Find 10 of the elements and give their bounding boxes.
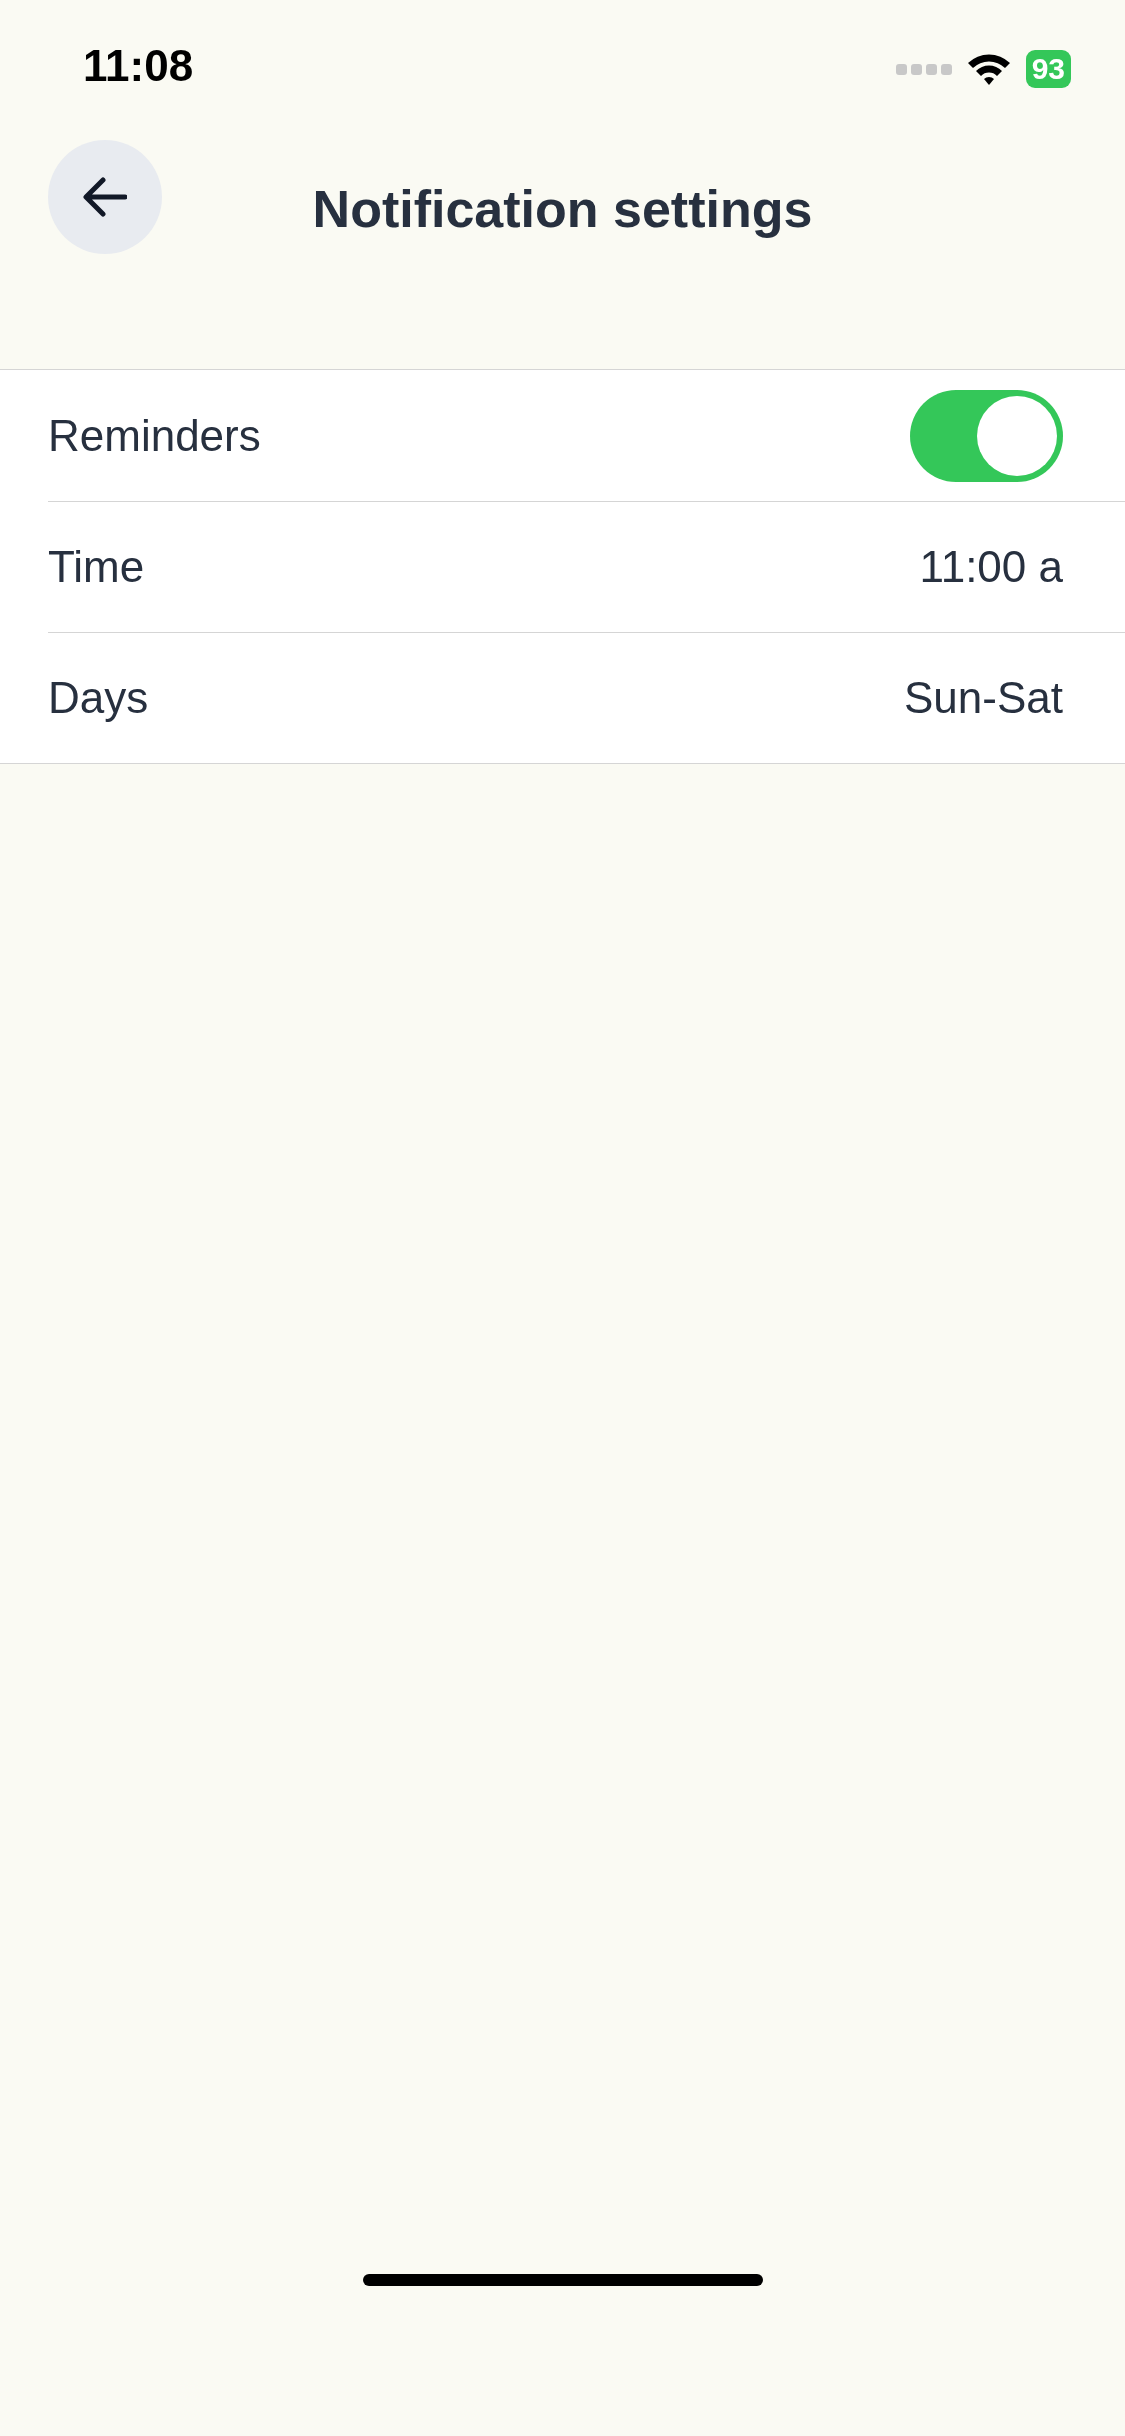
setting-value[interactable]: Sun-Sat xyxy=(904,665,1063,731)
status-time: 11:08 xyxy=(83,44,194,88)
setting-label: Reminders xyxy=(48,409,261,462)
back-arrow-icon xyxy=(83,177,127,217)
page-title: Notification settings xyxy=(312,180,813,238)
battery-level: 93 xyxy=(1025,50,1071,88)
setting-label: Days xyxy=(48,672,149,724)
setting-value[interactable]: 11:00 a xyxy=(919,534,1063,600)
signal-icon xyxy=(895,62,952,76)
setting-label: Time xyxy=(48,541,145,593)
